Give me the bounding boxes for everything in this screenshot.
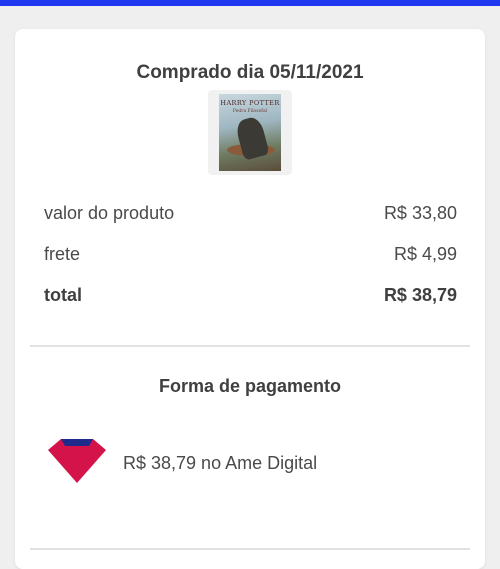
payment-section-title: Forma de pagamento [158,376,342,396]
book-cover-title: HARRY POTTER [220,99,280,107]
summary-value: R$ 38,79 [383,285,457,305]
summary-value: R$ 4,99 [393,244,457,264]
product-thumbnail[interactable]: HARRY POTTER Pedra Filosofal [208,90,292,175]
ame-digital-icon [48,439,106,483]
book-cover-icon: HARRY POTTER Pedra Filosofal [219,94,281,171]
top-accent-bar [0,0,500,6]
purchase-date-title: Comprado dia 05/11/2021 [136,62,364,83]
book-cover-subtitle: Pedra Filosofal [232,109,268,114]
summary-value: R$ 33,80 [383,203,457,223]
order-details-card: Comprado dia 05/11/2021 HARRY POTTER Ped… [15,29,485,569]
section-divider [30,548,470,550]
summary-label: frete [44,244,81,264]
summary-label: total [44,285,82,305]
section-divider [30,345,470,347]
payment-method-text: R$ 38,79 no Ame Digital [123,453,318,473]
summary-label: valor do produto [44,203,175,223]
